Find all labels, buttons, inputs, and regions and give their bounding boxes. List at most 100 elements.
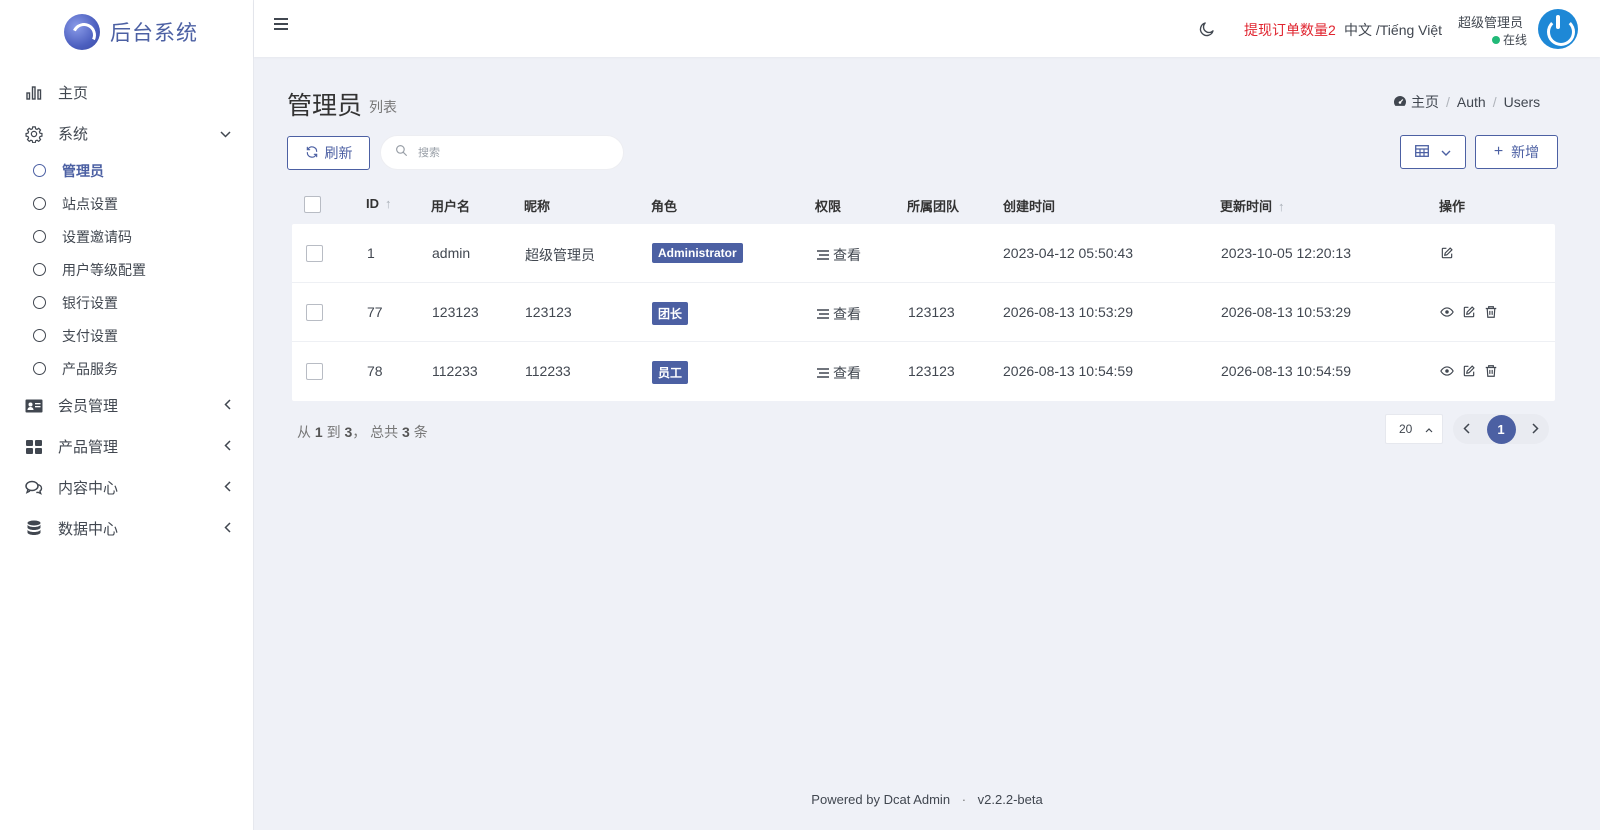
sidebar-subitem-user-levels[interactable]: 用户等级配置 — [0, 253, 253, 286]
cell-team: 123123 — [908, 363, 955, 379]
edit-icon[interactable] — [1462, 305, 1476, 319]
edit-icon[interactable] — [1440, 246, 1454, 260]
row-actions — [1440, 246, 1454, 260]
avatar[interactable] — [1538, 9, 1578, 49]
footer-version: v2.2.2-beta — [977, 792, 1043, 807]
gear-icon — [24, 124, 44, 144]
column-team: 所属团队 — [907, 199, 960, 214]
eye-icon[interactable] — [1440, 305, 1454, 319]
brand[interactable]: 后台系统 — [0, 0, 253, 64]
column-updated[interactable]: 更新时间 ↑ — [1220, 196, 1285, 215]
search-input[interactable] — [418, 146, 598, 159]
user-status-label: 在线 — [1503, 33, 1528, 47]
cell-id: 77 — [367, 304, 383, 320]
sidebar-item-content[interactable]: 内容中心 — [0, 467, 253, 508]
circle-icon — [33, 230, 46, 243]
plus-icon: + — [1493, 143, 1504, 160]
chevron-up-icon — [1425, 422, 1433, 436]
sort-arrow-icon[interactable]: ↑ — [1278, 199, 1285, 214]
list-icon — [817, 306, 829, 322]
summary-text: ， 总共 — [352, 424, 399, 440]
footer-link[interactable]: Dcat Admin — [884, 792, 950, 807]
circle-icon — [33, 263, 46, 276]
breadcrumb-separator: / — [1492, 94, 1497, 110]
cell-username: admin — [432, 245, 471, 261]
cell-nickname: 超级管理员 — [525, 247, 595, 263]
sidebar-subitem-label: 银行设置 — [62, 294, 118, 311]
next-page-icon[interactable] — [1532, 422, 1539, 437]
cell-username: 123123 — [432, 304, 479, 320]
withdraw-orders-alert[interactable]: 提现订单数量2 — [1244, 20, 1336, 40]
cell-id: 1 — [367, 245, 375, 261]
column-permission: 权限 — [815, 199, 842, 214]
per-page-select[interactable]: 20 — [1385, 414, 1443, 444]
sidebar-subitem-bank-settings[interactable]: 银行设置 — [0, 286, 253, 319]
cell-created: 2026-08-13 10:53:29 — [1003, 304, 1133, 320]
sidebar-subitem-invite-code[interactable]: 设置邀请码 — [0, 220, 253, 253]
select-all-checkbox[interactable] — [304, 196, 321, 213]
chevron-left-icon — [224, 480, 231, 495]
trash-icon[interactable] — [1484, 364, 1498, 378]
footer: Powered by Dcat Admin · v2.2.2-beta — [254, 792, 1600, 807]
menu-toggle-icon[interactable] — [274, 18, 288, 30]
sidebar-item-members[interactable]: 会员管理 — [0, 385, 253, 426]
sidebar-item-system[interactable]: 系统 — [0, 113, 253, 154]
view-permissions-link[interactable]: 查看 — [817, 363, 861, 383]
new-button[interactable]: + 新增 — [1475, 135, 1558, 169]
current-page[interactable]: 1 — [1486, 414, 1516, 444]
refresh-label: 刷新 — [324, 145, 353, 161]
column-id[interactable]: ID ↑ — [366, 196, 392, 211]
view-label: 查看 — [833, 306, 861, 322]
cell-created: 2023-04-12 05:50:43 — [1003, 245, 1133, 261]
row-checkbox[interactable] — [306, 363, 323, 380]
column-role: 角色 — [651, 199, 678, 214]
sidebar-subitem-payment-settings[interactable]: 支付设置 — [0, 319, 253, 352]
chevron-left-icon — [224, 398, 231, 413]
eye-icon[interactable] — [1440, 364, 1454, 378]
sidebar-subitem-admins[interactable]: 管理员 — [0, 154, 253, 187]
view-label: 查看 — [833, 247, 861, 263]
user-name[interactable]: 超级管理员 — [1458, 12, 1523, 31]
view-label: 查看 — [833, 365, 861, 381]
trash-icon[interactable] — [1484, 305, 1498, 319]
new-label: 新增 — [1511, 144, 1540, 160]
footer-powered: Powered by — [811, 792, 880, 807]
grid-icon — [24, 437, 44, 457]
list-icon — [817, 247, 829, 263]
row-checkbox[interactable] — [306, 245, 323, 262]
column-actions: 操作 — [1439, 199, 1466, 214]
dashboard-icon — [1393, 94, 1407, 110]
row-checkbox[interactable] — [306, 304, 323, 321]
chat-icon — [24, 478, 44, 498]
language-switch[interactable]: 中文 /Tiếng Việt — [1344, 20, 1442, 40]
pagination: 1 — [1453, 414, 1549, 444]
online-dot-icon — [1492, 35, 1500, 44]
id-card-icon — [24, 396, 44, 416]
refresh-icon — [305, 145, 319, 162]
table-body: 1 admin 超级管理员 Administrator 查看 2023-04-1… — [292, 224, 1555, 401]
refresh-button[interactable]: 刷新 — [287, 136, 370, 170]
summary-from: 1 — [314, 424, 323, 440]
sidebar-item-products[interactable]: 产品管理 — [0, 426, 253, 467]
view-permissions-link[interactable]: 查看 — [817, 245, 861, 265]
column-selector-button[interactable] — [1400, 135, 1466, 169]
moon-icon[interactable] — [1198, 20, 1216, 38]
sort-arrow-icon[interactable]: ↑ — [385, 196, 392, 211]
sidebar-item-home[interactable]: 主页 — [0, 72, 253, 113]
sidebar-subitem-site-settings[interactable]: 站点设置 — [0, 187, 253, 220]
summary-total: 3 — [402, 424, 410, 440]
edit-icon[interactable] — [1462, 364, 1476, 378]
breadcrumb-auth[interactable]: Auth — [1457, 94, 1486, 110]
circle-icon — [33, 362, 46, 375]
sidebar-subitem-product-services[interactable]: 产品服务 — [0, 352, 253, 385]
footer-separator: · — [961, 792, 967, 807]
breadcrumb-home[interactable]: 主页 — [1411, 92, 1439, 112]
prev-page-icon[interactable] — [1463, 422, 1470, 437]
sidebar-subitem-label: 站点设置 — [62, 195, 118, 212]
summary-text: 条 — [413, 424, 428, 440]
view-permissions-link[interactable]: 查看 — [817, 304, 861, 324]
column-username: 用户名 — [431, 199, 471, 214]
row-actions — [1440, 364, 1498, 378]
sidebar-item-label: 主页 — [58, 85, 89, 102]
sidebar-item-data[interactable]: 数据中心 — [0, 508, 253, 549]
